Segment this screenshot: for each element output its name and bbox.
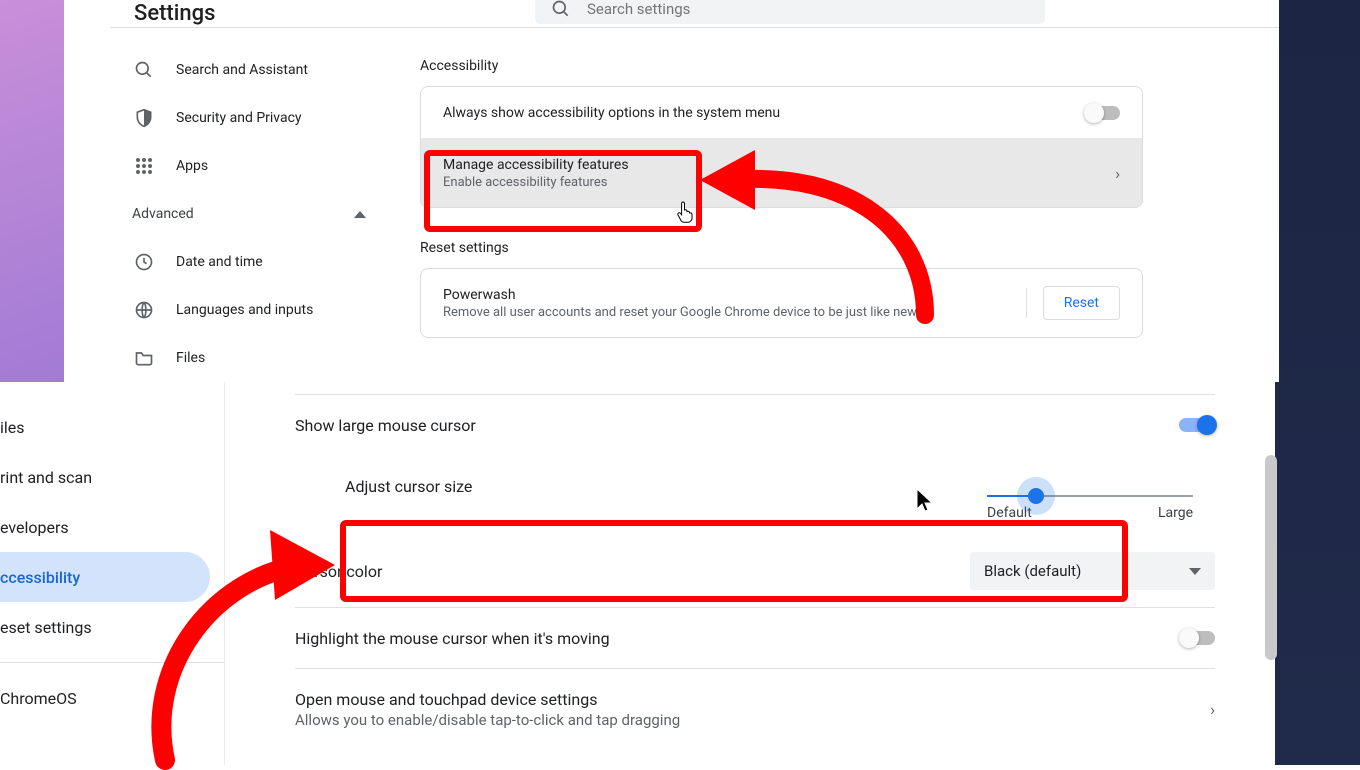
row-subtitle: Allows you to enable/disable tap-to-clic…	[295, 711, 680, 729]
row-cursor-color: Cursor color Black (default)	[295, 535, 1215, 607]
sidebar-item-accessibility[interactable]: ccessibility	[0, 552, 210, 602]
row-show-large-cursor[interactable]: Show large mouse cursor	[295, 395, 1215, 455]
row-label: Highlight the mouse cursor when it's mov…	[295, 629, 610, 648]
reset-card: Powerwash Remove all user accounts and r…	[420, 268, 1143, 338]
search-icon	[551, 0, 571, 19]
chevron-right-icon: ›	[1210, 700, 1215, 719]
accessibility-main: Show large mouse cursor Adjust cursor si…	[225, 382, 1265, 765]
sidebar-item-reset-settings[interactable]: eset settings	[0, 602, 210, 652]
mouse-pointer-icon	[915, 487, 935, 513]
sidebar-item-apps[interactable]: Apps	[110, 142, 390, 190]
toggle-off[interactable]	[1179, 631, 1215, 645]
search-icon	[134, 60, 154, 80]
accessibility-sidebar: iles rint and scan evelopers ccessibilit…	[0, 382, 225, 765]
row-highlight-moving-cursor[interactable]: Highlight the mouse cursor when it's mov…	[295, 608, 1215, 668]
settings-window-top: Settings Search and Assistant Security a…	[110, 0, 1279, 382]
accessibility-card: Always show accessibility options in the…	[420, 86, 1143, 208]
search-settings-field[interactable]	[535, 0, 1045, 24]
search-input[interactable]	[587, 0, 1029, 18]
powerwash-subtitle: Remove all user accounts and reset your …	[443, 305, 920, 320]
shield-icon	[134, 108, 154, 128]
row-label: Show large mouse cursor	[295, 416, 476, 435]
settings-window-bottom: iles rint and scan evelopers ccessibilit…	[0, 382, 1265, 765]
row-adjust-cursor-size: Adjust cursor size Default Large	[295, 455, 1215, 535]
folder-icon	[134, 348, 154, 368]
sidebar-item-label: Search and Assistant	[176, 62, 308, 78]
sidebar-item-developers[interactable]: evelopers	[0, 502, 210, 552]
sidebar-item-label: Files	[176, 350, 205, 366]
slider-thumb[interactable]	[1028, 488, 1044, 504]
cursor-color-select[interactable]: Black (default)	[970, 552, 1215, 590]
toggle-on[interactable]	[1179, 418, 1215, 432]
scrollbar-thumb[interactable]	[1265, 455, 1277, 660]
sidebar-item-label: Languages and inputs	[176, 302, 313, 318]
globe-icon	[134, 300, 154, 320]
select-value: Black (default)	[984, 562, 1081, 580]
chevron-down-icon	[1189, 568, 1201, 575]
reset-button[interactable]: Reset	[1043, 286, 1120, 320]
slider-max-label: Large	[1158, 505, 1193, 521]
cursor-size-slider[interactable]	[987, 495, 1193, 497]
sidebar-item-languages-inputs[interactable]: Languages and inputs	[110, 286, 390, 334]
section-accessibility-title: Accessibility	[420, 58, 1279, 74]
sidebar-item-date-time[interactable]: Date and time	[110, 238, 390, 286]
sidebar-item-label: Date and time	[176, 254, 263, 270]
wallpaper-right	[1275, 0, 1360, 765]
wallpaper-left	[0, 0, 64, 382]
row-subtitle: Enable accessibility features	[443, 175, 629, 190]
settings-sidebar: Search and Assistant Security and Privac…	[110, 28, 390, 382]
settings-title: Settings	[134, 1, 215, 26]
row-label: Adjust cursor size	[345, 477, 472, 496]
hand-cursor-icon	[676, 200, 696, 224]
sidebar-item-print-scan[interactable]: rint and scan	[0, 452, 210, 502]
advanced-label: Advanced	[132, 206, 194, 222]
row-title: Manage accessibility features	[443, 157, 629, 173]
row-powerwash: Powerwash Remove all user accounts and r…	[421, 269, 1142, 337]
sidebar-advanced-toggle[interactable]: Advanced	[110, 190, 390, 238]
sidebar-item-security-privacy[interactable]: Security and Privacy	[110, 94, 390, 142]
sidebar-item-label: Security and Privacy	[176, 110, 302, 126]
sidebar-item-label: Apps	[176, 158, 208, 174]
sidebar-item-files[interactable]: iles	[0, 402, 210, 452]
sidebar-divider	[0, 662, 224, 663]
row-manage-accessibility[interactable]: Manage accessibility features Enable acc…	[421, 139, 1142, 207]
toggle-off[interactable]	[1084, 106, 1120, 120]
powerwash-title: Powerwash	[443, 287, 920, 303]
chevron-up-icon	[354, 211, 366, 218]
sidebar-item-chromeos[interactable]: ChromeOS	[0, 673, 210, 723]
row-title: Open mouse and touchpad device settings	[295, 690, 680, 709]
cursor-size-slider-block: Default Large	[985, 477, 1195, 521]
apps-grid-icon	[134, 156, 154, 176]
row-open-mouse-touchpad[interactable]: Open mouse and touchpad device settings …	[295, 669, 1215, 749]
sidebar-item-files[interactable]: Files	[110, 334, 390, 382]
row-label: Cursor color	[295, 562, 382, 581]
settings-main: Accessibility Always show accessibility …	[390, 28, 1279, 382]
divider	[1026, 288, 1027, 318]
settings-header: Settings	[110, 0, 1279, 27]
row-always-show-accessibility[interactable]: Always show accessibility options in the…	[421, 87, 1142, 139]
chevron-right-icon: ›	[1115, 164, 1120, 183]
sidebar-item-search-assistant[interactable]: Search and Assistant	[110, 46, 390, 94]
row-label: Always show accessibility options in the…	[443, 105, 780, 121]
section-reset-title: Reset settings	[420, 240, 1279, 256]
clock-icon	[134, 252, 154, 272]
